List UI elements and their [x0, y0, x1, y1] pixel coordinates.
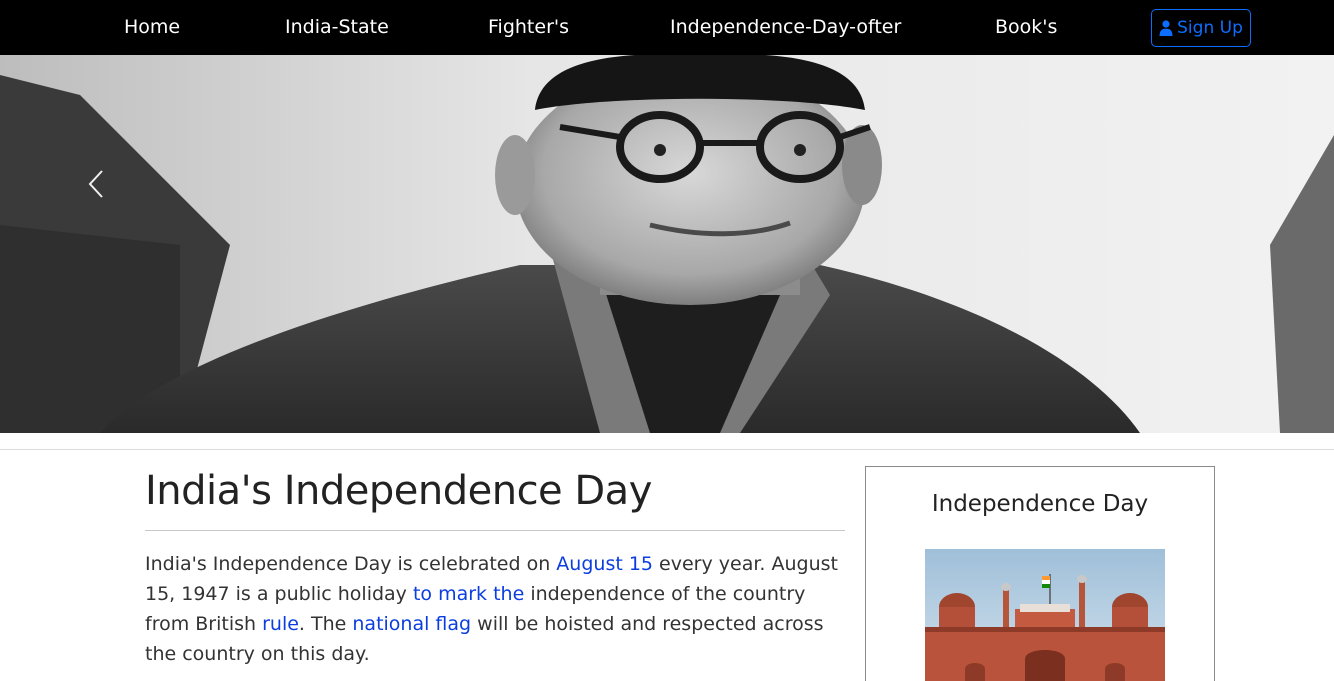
nav-fighters-link[interactable]: Fighter's: [488, 14, 569, 40]
nav-home-link[interactable]: Home: [124, 14, 180, 40]
paragraph-text: . The: [298, 613, 353, 635]
card-title: Independence Day: [931, 491, 1149, 517]
article-title: India's Independence Day: [145, 468, 652, 514]
independence-day-card: Independence Day: [865, 466, 1215, 681]
red-fort-illustration: [925, 549, 1165, 681]
user-icon: [1159, 20, 1173, 36]
paragraph-text: India's Independence Day is celebrated o…: [145, 553, 557, 575]
national-flag-link[interactable]: national flag: [352, 613, 471, 635]
title-rule: [145, 530, 845, 531]
nav-books-link[interactable]: Book's: [995, 14, 1057, 40]
section-divider: [0, 449, 1334, 450]
article-paragraph: India's Independence Day is celebrated o…: [145, 549, 845, 669]
hero-portrait-image: [0, 55, 1334, 433]
nav-india-state-link[interactable]: India-State: [285, 14, 389, 40]
hero-carousel: [0, 55, 1334, 433]
august-15-link[interactable]: August 15: [556, 553, 653, 575]
carousel-prev-button[interactable]: [80, 160, 112, 208]
sign-up-label: Sign Up: [1177, 18, 1243, 38]
rule-link[interactable]: rule: [262, 613, 299, 635]
sign-up-button[interactable]: Sign Up: [1151, 9, 1251, 47]
red-fort-image: [925, 549, 1165, 681]
to-mark-the-link[interactable]: to mark the: [413, 583, 524, 605]
top-navbar: Home India-State Fighter's Independence-…: [0, 0, 1334, 55]
nav-independence-day-link[interactable]: Independence-Day-ofter: [670, 14, 901, 40]
chevron-left-icon: [88, 170, 103, 198]
